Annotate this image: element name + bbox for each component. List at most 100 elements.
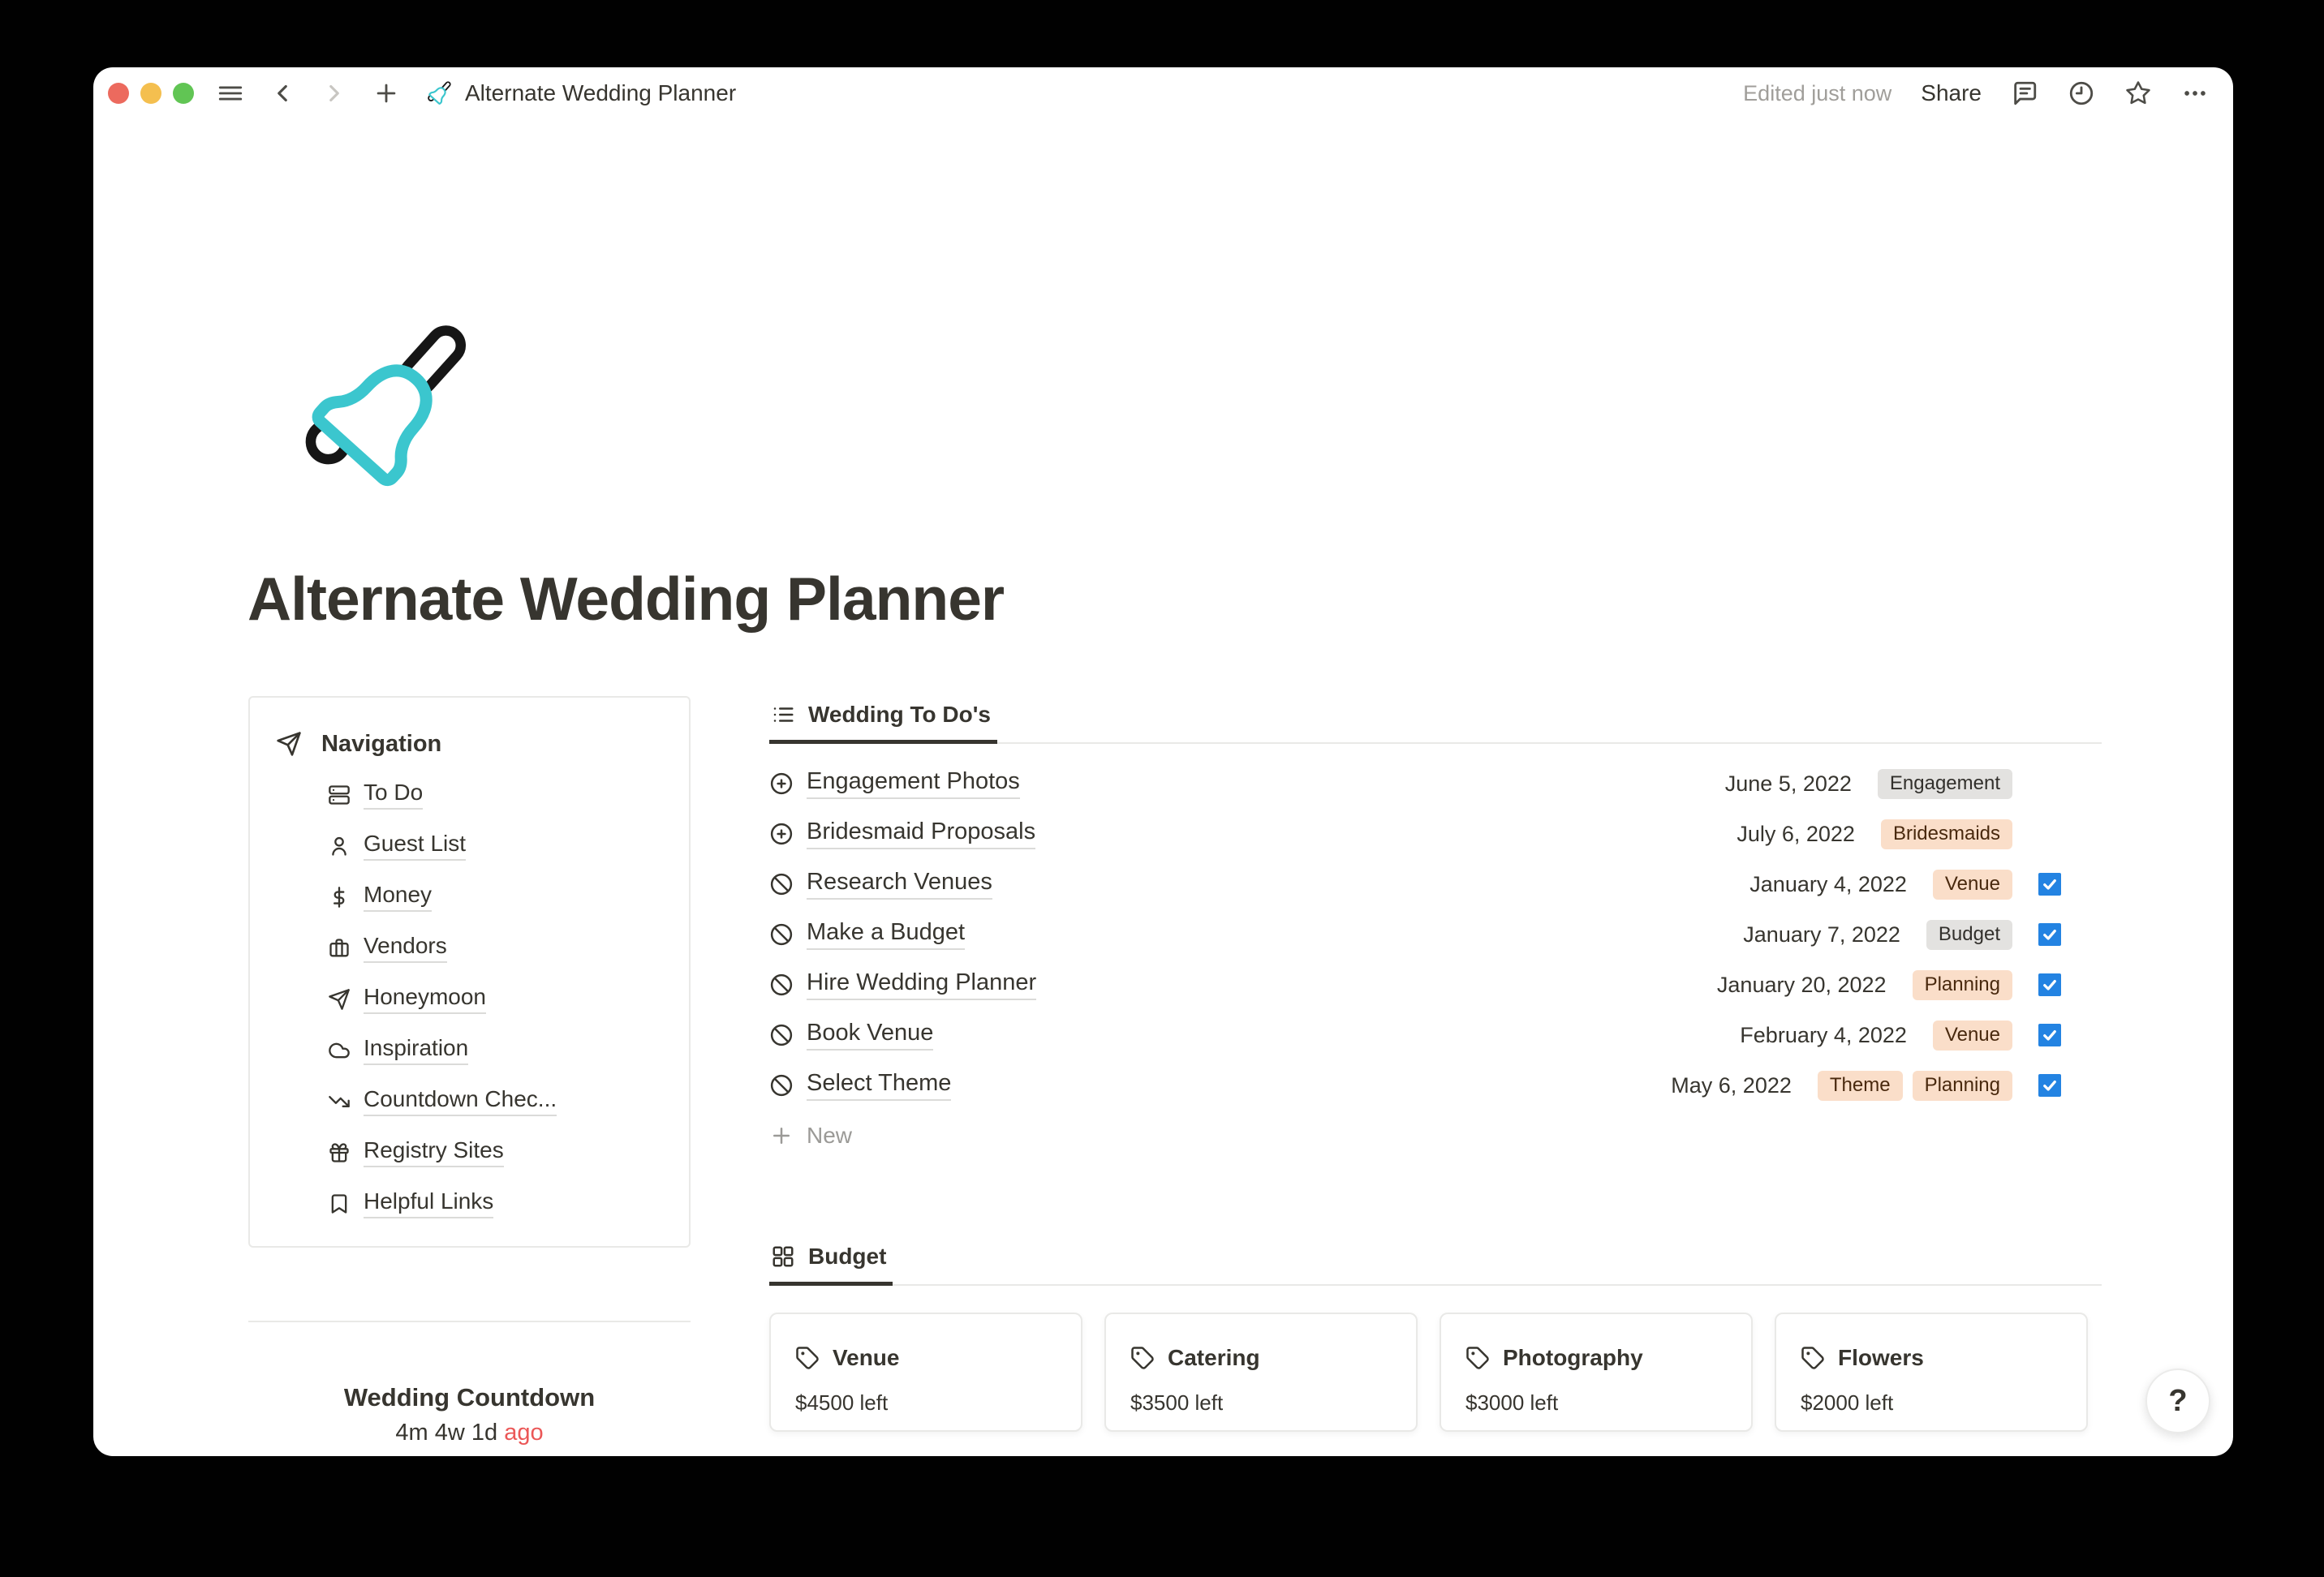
tag-pill[interactable]: Planning [1912,1070,2012,1101]
todo-checkbox[interactable] [2038,1074,2061,1097]
new-row-button[interactable]: New [769,1111,2102,1161]
budget-card-amount: $2000 left [1801,1390,1894,1415]
page-bell-icon [424,79,454,108]
divider [248,1321,691,1322]
handbell-icon[interactable] [284,307,483,509]
todo-checkbox[interactable] [2038,973,2061,996]
tag-pill[interactable]: Engagement [1877,768,2012,799]
todo-title-link[interactable]: Book Venue [807,1020,934,1051]
todo-date[interactable]: July 6, 2022 [1737,822,1855,847]
app-window: Alternate Wedding Planner Edited just no… [93,67,2233,1456]
ellipsis-icon[interactable] [2181,79,2209,107]
todo-date[interactable]: January 7, 2022 [1743,922,1900,947]
budget-tab-strip: Budget [769,1244,2102,1286]
cloud-icon [328,1039,351,1062]
circle-plus-icon [769,822,794,846]
budget-cards: Venue $4500 left Catering $3500 left Pho… [769,1313,2102,1432]
menu-icon[interactable] [217,79,244,107]
tab-wedding-to-dos[interactable]: Wedding To Do's [769,702,997,744]
user-icon [328,835,351,857]
trending-down-icon [328,1090,351,1113]
todo-title-link[interactable]: Bridesmaid Proposals [807,819,1036,849]
help-button[interactable]: ? [2145,1369,2210,1433]
todo-rows: Engagement Photos June 5, 2022 Engagemen… [769,758,2102,1161]
todo-date[interactable]: January 4, 2022 [1749,872,1907,897]
budget-section: Budget Venue $4500 left Catering $3500 l… [769,1244,2102,1432]
tag-pill[interactable]: Budget [1926,919,2012,950]
budget-card-catering[interactable]: Catering $3500 left [1104,1313,1418,1432]
todo-section: Wedding To Do's Engagement Photos June 5… [769,702,2102,1161]
breadcrumb[interactable]: Alternate Wedding Planner [424,79,736,108]
tag-pill[interactable]: Venue [1932,1020,2012,1051]
budget-card-amount: $3500 left [1130,1390,1224,1415]
countdown-suffix: ago [504,1420,544,1446]
close-window-button[interactable] [108,83,129,104]
sidebar-item-inspiration[interactable]: Inspiration [250,1025,689,1076]
edited-status: Edited just now [1743,80,1892,105]
budget-card-title: Venue [833,1345,900,1370]
countdown-duration: 4m 4w 1d [395,1420,498,1446]
todo-checkbox[interactable] [2038,823,2061,845]
todo-title-link[interactable]: Make a Budget [807,919,966,950]
tab-label: Wedding To Do's [808,702,991,727]
star-icon[interactable] [2124,79,2152,107]
budget-card-flowers[interactable]: Flowers $2000 left [1775,1313,2088,1432]
bookmark-icon [328,1192,351,1215]
sidebar-item-registry-sites[interactable]: Registry Sites [250,1127,689,1178]
server-icon [328,784,351,806]
todo-title-link[interactable]: Hire Wedding Planner [807,969,1037,1000]
todo-row: Research Venues January 4, 2022 Venue [769,859,2102,909]
sidebar-item-label: Registry Sites [364,1137,504,1167]
todo-title-link[interactable]: Select Theme [807,1070,952,1101]
tag-pill[interactable]: Planning [1912,969,2012,1000]
todo-title-link[interactable]: Engagement Photos [807,768,1020,799]
sidebar-item-to-do[interactable]: To Do [250,769,689,820]
tab-budget[interactable]: Budget [769,1244,893,1286]
todo-row: Engagement Photos June 5, 2022 Engagemen… [769,758,2102,809]
send-icon [276,731,302,757]
todo-checkbox[interactable] [2038,1024,2061,1046]
back-icon[interactable] [269,79,296,107]
budget-card-title: Flowers [1838,1345,1924,1370]
page-title: Alternate Wedding Planner [247,565,1005,633]
sidebar-item-guest-list[interactable]: Guest List [250,820,689,871]
sidebar-item-helpful-links[interactable]: Helpful Links [250,1178,689,1229]
sidebar-item-money[interactable]: Money [250,871,689,922]
todo-date[interactable]: May 6, 2022 [1671,1073,1792,1098]
ban-icon [769,973,794,997]
sidebar-item-label: Honeymoon [364,984,486,1014]
comment-icon[interactable] [2011,79,2038,107]
sidebar-item-countdown-checklist[interactable]: Countdown Chec... [250,1076,689,1127]
sidebar-item-honeymoon[interactable]: Honeymoon [250,973,689,1025]
forward-icon[interactable] [321,79,348,107]
todo-date[interactable]: June 5, 2022 [1725,771,1852,797]
zoom-window-button[interactable] [173,83,194,104]
todo-date[interactable]: February 4, 2022 [1740,1023,1907,1048]
todo-checkbox[interactable] [2038,772,2061,795]
todo-date[interactable]: January 20, 2022 [1717,973,1887,998]
countdown-title: Wedding Countdown [343,1383,596,1412]
tag-pill[interactable]: Theme [1817,1070,1903,1101]
todo-title-link[interactable]: Research Venues [807,869,992,900]
tag-icon [795,1346,820,1370]
tag-pill[interactable]: Venue [1932,869,2012,900]
tag-pill[interactable]: Bridesmaids [1880,819,2012,849]
tag-icon [1801,1346,1825,1370]
budget-card-title: Catering [1168,1345,1260,1370]
todo-checkbox[interactable] [2038,923,2061,946]
navigation-card: Navigation To Do Guest List Money Vendor… [248,696,691,1248]
new-page-icon[interactable] [372,79,400,107]
sidebar-item-label: Helpful Links [364,1188,494,1218]
history-clock-icon[interactable] [2068,79,2095,107]
todo-checkbox[interactable] [2038,873,2061,896]
plus-icon [769,1124,794,1148]
budget-card-photography[interactable]: Photography $3000 left [1440,1313,1753,1432]
list-icon [771,703,795,727]
minimize-window-button[interactable] [140,83,161,104]
sidebar-item-label: Guest List [364,831,467,861]
tab-label: Budget [808,1244,887,1269]
share-button[interactable]: Share [1921,80,1982,106]
navigation-header: Navigation [250,719,689,769]
budget-card-venue[interactable]: Venue $4500 left [769,1313,1082,1432]
sidebar-item-vendors[interactable]: Vendors [250,922,689,973]
